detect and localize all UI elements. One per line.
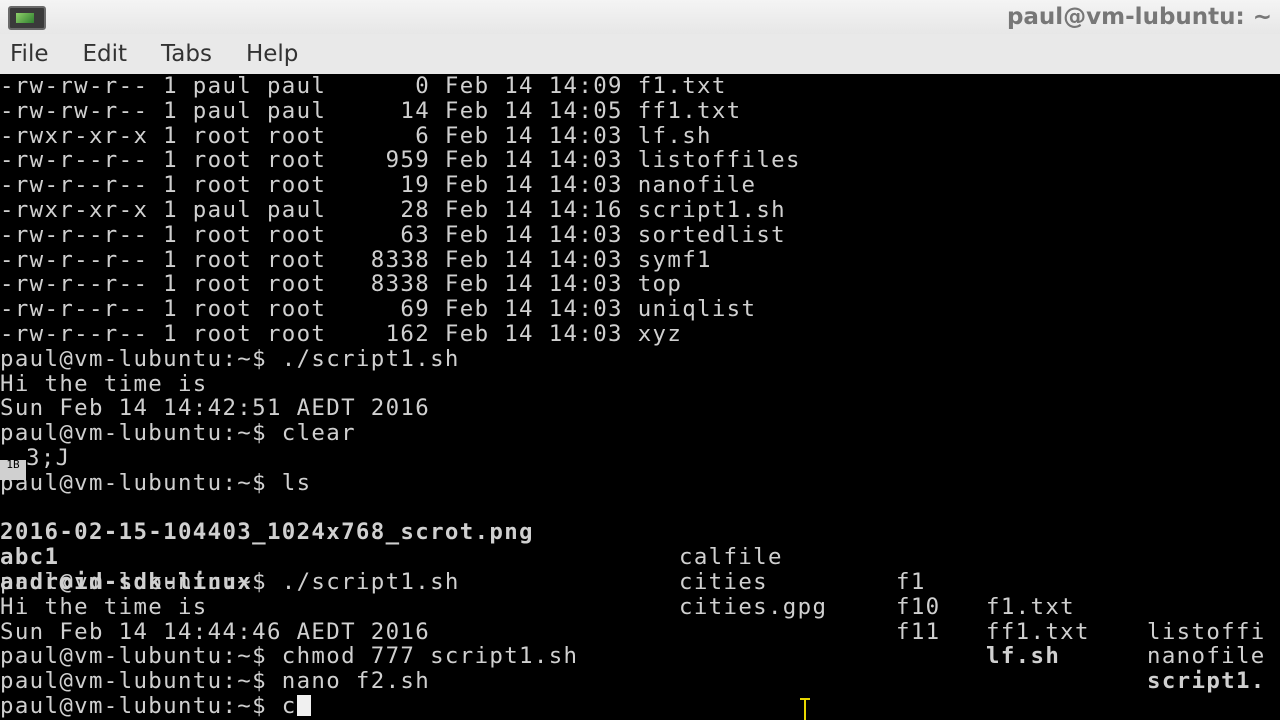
terminal-line: -rw-rw-r-- 1 paul paul 14 Feb 14 14:05 f… (0, 97, 742, 124)
terminal-line: -rw-r--r-- 1 root root 19 Feb 14 14:03 n… (0, 172, 757, 199)
ls-entry: lf.sh (986, 643, 1061, 670)
ls-entry: f11 (896, 618, 941, 645)
terminal-output[interactable]: -rw-rw-r-- 1 paul paul 0 Feb 14 14:09 f1… (0, 74, 1280, 720)
window-title: paul@vm-lubuntu: ~ (1006, 4, 1272, 30)
menu-file[interactable]: File (0, 41, 49, 67)
ls-entry: f1.txt (986, 593, 1075, 620)
terminal-line: -rw-r--r-- 1 root root 69 Feb 14 14:03 u… (0, 296, 757, 323)
terminal-line: -rw-r--r-- 1 root root 162 Feb 14 14:03 … (0, 320, 683, 347)
ls-entry: cities.gpg (679, 593, 828, 620)
i-beam-cursor-icon (800, 698, 810, 720)
ls-entry: android-sdk-linux (0, 568, 253, 595)
terminal-line: paul@vm-lubuntu:~$ ls (0, 469, 312, 496)
escape-sequence-line: 1B 3;J (0, 444, 801, 480)
terminal-line: paul@vm-lubuntu:~$ chmod 777 script1.sh (0, 643, 579, 670)
menu-edit[interactable]: Edit (73, 41, 128, 67)
ls-row-2: abc1 cities f10 ff1.txt nanofile (0, 520, 1264, 669)
terminal-line: -rw-r--r-- 1 root root 8338 Feb 14 14:03… (0, 271, 683, 298)
terminal-line: Sun Feb 14 14:42:51 AEDT 2016 (0, 395, 431, 422)
ls-entry: script1. (1147, 668, 1266, 695)
terminal-line: -rw-r--r-- 1 root root 8338 Feb 14 14:03… (0, 246, 712, 273)
menu-tabs[interactable]: Tabs (151, 41, 212, 67)
terminal-lines: -rw-rw-r-- 1 paul paul 0 Feb 14 14:09 f1… (0, 74, 1264, 719)
ls-entry: f10 (896, 593, 941, 620)
ls-entry: listoffi (1147, 618, 1266, 645)
terminal-line: paul@vm-lubuntu:~$ nano f2.sh (0, 668, 431, 695)
escape-sequence-text: 3;J (26, 444, 71, 471)
ls-entry: ff1.txt (986, 618, 1090, 645)
ls-entry: cities (679, 568, 768, 595)
terminal-line: -rwxr-xr-x 1 paul paul 28 Feb 14 14:16 s… (0, 196, 787, 223)
ls-row-3: android-sdk-linux cities.gpg f11 lf.sh s… (0, 545, 1264, 694)
terminal-line: -rw-rw-r-- 1 paul paul 0 Feb 14 14:09 f1… (0, 74, 727, 99)
ls-entry: nanofile (1147, 643, 1266, 670)
terminal-line: Hi the time is (0, 370, 208, 397)
ls-row-1: 2016-02-15-104403_1024x768_scrot.png cal… (0, 496, 1264, 644)
terminal-app-icon[interactable] (8, 6, 46, 30)
text-cursor (296, 694, 311, 716)
menu-help[interactable]: Help (236, 41, 298, 67)
terminal-line: paul@vm-lubuntu:~$ clear (0, 420, 356, 447)
title-bar[interactable]: paul@vm-lubuntu: ~ (0, 0, 1280, 34)
current-prompt-line[interactable]: paul@vm-lubuntu:~$ c (0, 694, 801, 719)
terminal-line: Sun Feb 14 14:44:46 AEDT 2016 (0, 618, 431, 645)
ls-entry: f1 (896, 568, 926, 595)
terminal-line: -rw-r--r-- 1 root root 959 Feb 14 14:03 … (0, 147, 801, 174)
terminal-line: -rwxr-xr-x 1 root root 6 Feb 14 14:03 lf… (0, 122, 712, 149)
terminal-line: paul@vm-lubuntu:~$ ./script1.sh (0, 345, 460, 372)
menu-bar: File Edit Tabs Help (0, 34, 1280, 74)
terminal-line: -rw-r--r-- 1 root root 63 Feb 14 14:03 s… (0, 221, 787, 248)
